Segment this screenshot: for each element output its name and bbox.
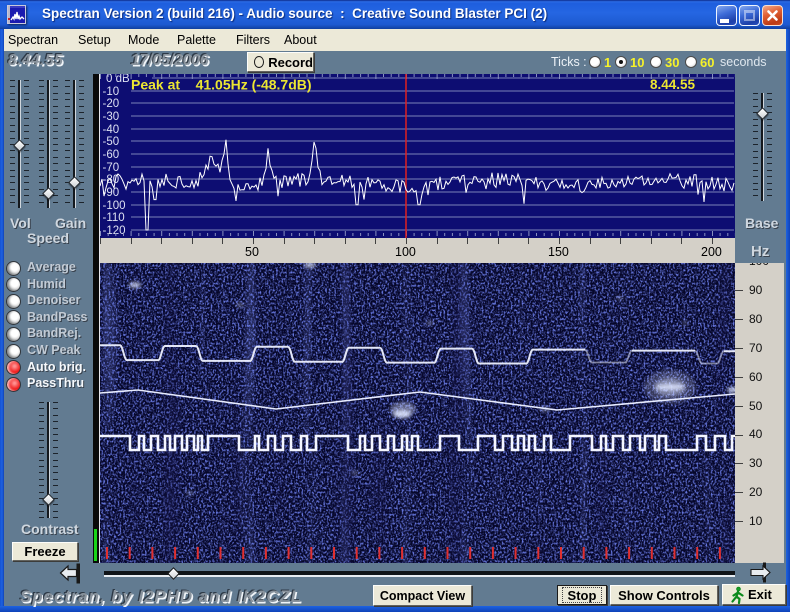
svg-text:-40: -40 xyxy=(103,124,120,136)
svg-text:-100: -100 xyxy=(103,200,126,212)
svg-text:-50: -50 xyxy=(103,136,120,148)
svg-text:-20: -20 xyxy=(103,98,120,110)
svg-text:-110: -110 xyxy=(103,212,125,224)
svg-text:Peak at 41.05Hz (-48.7dB): Peak at 41.05Hz (-48.7dB) xyxy=(131,77,312,93)
svg-text:-60: -60 xyxy=(103,149,120,161)
svg-text:8.44.55: 8.44.55 xyxy=(650,77,696,92)
svg-text:-30: -30 xyxy=(103,111,120,123)
svg-text:-120: -120 xyxy=(103,225,126,237)
svg-text:0 dB: 0 dB xyxy=(106,74,130,85)
svg-text:-70: -70 xyxy=(103,162,120,174)
svg-text:-10: -10 xyxy=(103,86,120,98)
